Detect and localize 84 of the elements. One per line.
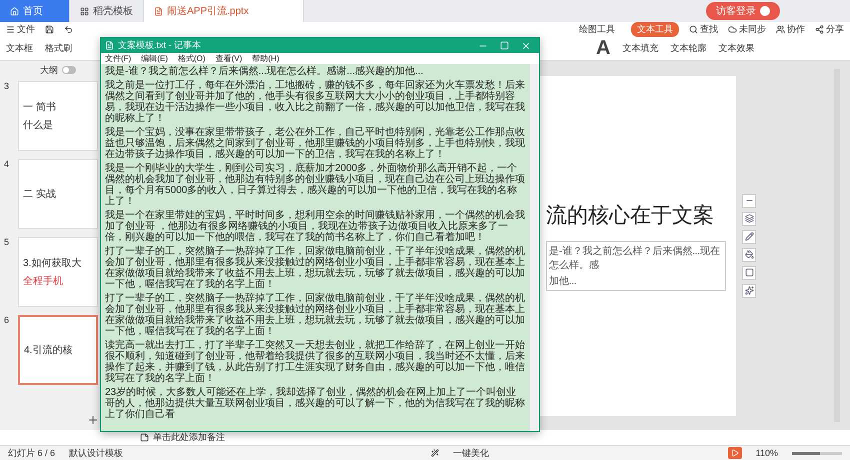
notes-field[interactable]: 单击此处添加备注 — [153, 431, 225, 444]
ribbon-button[interactable]: 格式刷 — [45, 42, 72, 55]
scrollbar[interactable] — [529, 64, 539, 431]
login-button[interactable]: 访客登录 — [706, 2, 780, 20]
toolbar-action[interactable]: 协作 — [776, 23, 805, 36]
zoom-level: 110% — [756, 448, 778, 458]
search-button[interactable]: 查找 — [689, 23, 718, 36]
notepad-icon — [105, 41, 114, 50]
zoom-slider[interactable] — [792, 452, 820, 454]
search-icon — [689, 25, 698, 34]
ribbon-button[interactable]: 文本填充 — [622, 42, 658, 55]
pencil-icon — [744, 232, 754, 241]
text-paragraph: 我之前是一位打工仔，每年在外漂泊，工地搬砖，赚的钱不多，每年回家还为火车票发愁！后来偶然之间看到了创业哥并加了他的，他手头有很多互联网大大小小的创业项目，上手都特别容易，我现在边干活边操作一些小项目，收入比之前翻了一倍，感兴趣的可以加他卫信，我写在我的昵称上了！ — [105, 80, 525, 124]
window-title: 文案模板.txt - 记事本 — [118, 39, 201, 52]
thumbnail-text: 二 实战 — [23, 188, 56, 201]
slide-number: 3 — [4, 81, 10, 91]
sparkle-icon — [744, 286, 754, 295]
toolbar-action[interactable]: 分享 — [815, 23, 844, 36]
layers-icon — [744, 214, 754, 223]
text-box[interactable]: 是-谁？我之前怎么样？后来偶然...现在怎么样。感 加他... — [546, 240, 726, 290]
view-toggle[interactable] — [62, 66, 76, 74]
app-tab[interactable]: 首页 — [0, 0, 70, 22]
save-icon[interactable] — [45, 25, 54, 34]
slide-thumbnail[interactable]: 一 简书 什么是 — [18, 81, 98, 151]
file-menu[interactable]: 文件 — [6, 23, 35, 36]
magic-wand-icon — [431, 449, 440, 457]
slide-number: 4 — [4, 159, 10, 169]
minus-button[interactable] — [742, 194, 756, 208]
slide-counter: 幻灯片 6 / 6 — [8, 446, 56, 460]
menu-item[interactable]: 格式(O) — [178, 53, 206, 64]
plus-icon — [86, 414, 98, 426]
outline-tab[interactable]: 大纲 — [40, 64, 58, 76]
undo-icon[interactable] — [64, 25, 73, 34]
share-icon — [815, 25, 824, 34]
maximize-icon — [500, 41, 509, 50]
menu-icon — [6, 25, 15, 34]
thumbnail-text: 一 简书 — [23, 100, 56, 114]
text-style-button[interactable]: A — [596, 37, 610, 60]
text-paragraph: 我是一个在家里带娃的宝妈，平时时间多，想利用空余的时间赚钱贴补家用，一个偶然的机会我加了创业哥 ，他那边有很多网络赚钱的小项目，我现在边带孩子边做项目收入比原来多了一倍，刚兴趣的可以加一下他的喂信，我写在了我的简书名称上了，你们自己看着加吧！ — [105, 210, 525, 243]
paint-bucket-button[interactable] — [742, 248, 756, 262]
square-icon — [744, 268, 754, 277]
thumbnail-text: 什么是 — [23, 119, 53, 132]
close-icon — [521, 40, 531, 50]
slide-number: 6 — [4, 315, 10, 325]
play-icon — [730, 449, 739, 457]
template-name: 默认设计模板 — [69, 446, 124, 460]
menu-item[interactable]: 文件(F) — [105, 53, 132, 64]
text-paragraph: 读完高一就出去打工，打了半辈子工突然又一天想去创业，就把工作给辞了，在网上创业一开始很不顺利，知道碰到了创业哥，他帮着给我提供了很多的互联网小项目，我当时还不太懂，后来操作了起来，并赚到了钱，从此告别了打工生涯实现了财务自由，感兴趣的可以加一下他，唯信我写在了我的名字上面！ — [105, 340, 525, 384]
layers-button[interactable] — [742, 212, 756, 226]
thumbnail-text: 全程手机 — [23, 274, 63, 288]
ribbon-button[interactable]: 文本框 — [6, 42, 33, 55]
note-icon — [140, 433, 149, 442]
slide-number: 5 — [4, 237, 10, 247]
slide-thumbnail[interactable]: 二 实战 — [18, 159, 98, 229]
text-paragraph: 我是一个刚毕业的大学生，刚到公司实习，底薪加才2000多，外面物价那么高开销不起，一个偶然的机会我加了创业哥，他那边有特别多的创业赚钱小项目，现在自己边在公司上班边操作项目，每个月有5000多的收入，日子算过得去，感兴趣的可以加一下他的卫信，我写在我的名称上了！ — [105, 163, 525, 207]
people-icon — [776, 25, 785, 34]
menu-item[interactable]: 帮助(H) — [252, 53, 280, 64]
play-button[interactable] — [728, 447, 742, 459]
thumbnail-text: 3.如何获取大 — [23, 256, 82, 270]
square-button[interactable] — [742, 266, 756, 280]
slide-thumbnail[interactable]: 3.如何获取大 全程手机 — [18, 237, 98, 307]
thumbnail-text: 4.引流的核 — [24, 344, 72, 357]
text-paragraph: 23岁的时候，大多数人可能还在上学，我却选择了创业，偶然的机会在网上加上了一个叫创业哥的人，他那边提供大量互联网创业项目，感兴趣的可以了解一下，他的为信我写在了我的昵称上了你们自己看 — [105, 387, 525, 420]
toolbar-action[interactable]: 未同步 — [728, 23, 766, 36]
document-icon — [154, 6, 163, 16]
menu-item[interactable]: 查看(V) — [215, 53, 242, 64]
cloud-icon — [728, 25, 737, 34]
slide-title: 流的核心在于文案 — [546, 202, 715, 228]
pencil-button[interactable] — [742, 230, 756, 244]
text-paragraph: 我是一个宝妈，没事在家里带带孩子，老公在外工作，自己平时也特别闲，光靠老公工作那点收益也只够温饱，后来偶然之间家到了创业哥，他那里赚钱的小项目特别多，上手也特别快，我现在边带孩子边操作项目，感兴趣的可以加一下的卫信，我写在我的名称上了！ — [105, 127, 525, 160]
home-icon — [10, 6, 19, 16]
sparkle-button[interactable] — [742, 284, 756, 298]
grid-icon — [80, 6, 89, 16]
ribbon-button[interactable]: 文本效果 — [718, 42, 754, 55]
text-paragraph: 我是-谁？我之前怎么样？后来偶然...现在怎么样。感谢...感兴趣的加他... — [105, 66, 424, 77]
ribbon-button[interactable]: 文本轮廓 — [670, 42, 706, 55]
slide-thumbnail[interactable]: 4.引流的核 — [18, 315, 98, 385]
paint-bucket-icon — [744, 250, 754, 259]
text-paragraph: 打了一辈子的工，突然脑子一热辞掉了工作，回家做电脑前创业，干了半年没啥成果，偶然的机会加了创业哥，他那里有很多我从来没接触过的网络创业小项目，上手都非常容易，现在基本上在家做做项目就给我带来了收益不用去上班，想玩就去玩，玩够了就去做项目，感兴趣的可以加一下他，喔信我写在了我的名字上面！ — [105, 293, 525, 337]
menu-item[interactable]: 编辑(E) — [141, 53, 168, 64]
ribbon-tab[interactable]: 绘图工具 — [573, 22, 621, 37]
beautify-button[interactable]: 一键美化 — [453, 446, 490, 460]
app-tab[interactable]: 闹送APP引流.pptx — [144, 0, 304, 22]
text-paragraph: 打了一辈子的工，突然脑子一热辞掉了工作，回家做电脑前创业，干了半年没啥成果，偶然的机会加了创业哥，他那里有很多我从来没接触过的网络创业小项目，上手都非常容易，现在基本上在家做做项目就给我带来了收益不用去上班，想玩就去玩，玩够了就去做项目，感兴趣的可以加一下他，喔信我写在了我的名字上面！ — [105, 246, 525, 290]
